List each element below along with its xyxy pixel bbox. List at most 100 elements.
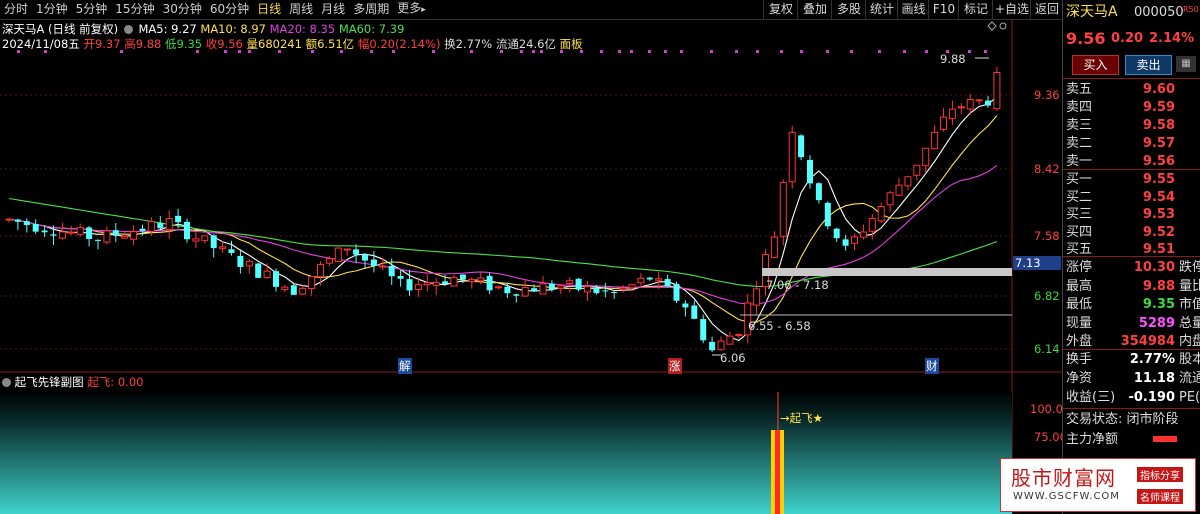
stat-0-extra: 跌停 [1179,260,1200,275]
candle-body-up [851,236,858,244]
candle-body-down [388,265,395,277]
stat-3-extra: 总量 [1179,315,1200,331]
period-tab-30min[interactable]: 30分钟 [159,0,206,19]
ask-level-3-row: 卖三 9.58 [1063,116,1200,135]
candle-body-down [290,285,297,295]
overlay-button[interactable]: 叠加 [797,0,832,19]
indicator-value: 起飞: 0.00 [87,375,144,389]
quote-change: 0.20 [1111,31,1144,46]
main-net-bar [1153,436,1177,442]
bid-level-4-label: 买四 [1066,224,1093,240]
candle-body-up [317,264,324,278]
candle-body-up [859,231,867,238]
expand-icon[interactable]: ▦ [1176,56,1196,72]
period-tab-60min[interactable]: 60分钟 [206,0,253,19]
ask-level-3-label: 卖三 [1066,118,1093,133]
candle-body-down [184,221,190,240]
candle-body-up [931,131,939,150]
period-tab-multi[interactable]: 多周期 [349,0,393,19]
signal-text: 起飞★ [789,411,823,425]
period-tab-daily[interactable]: 日线 [253,0,285,19]
bid-level-3-row: 买三 9.53 [1063,205,1200,224]
period-tab-more[interactable]: 更多▸ [393,0,430,20]
period-tab-monthly[interactable]: 月线 [317,0,349,19]
kline-chart-area[interactable]: 深天马A (日线 前复权) MA5: 9.27 MA10: 8.97 MA20:… [0,20,1067,514]
divider [1063,78,1200,79]
stat-0-value: 10.30 [1133,260,1175,275]
watermark-url: WWW.GSCFW.COM [1013,491,1120,502]
candle-body-down [459,274,466,280]
candle-body-up [308,275,316,289]
candle-body-down [32,223,39,232]
chevron-right-icon: ▸ [421,5,426,15]
stat2-2-row: 收益(三) -0.190 PE(动) [1063,388,1200,407]
candle-body-down [798,135,805,158]
candle-body-down [807,159,813,184]
signal-dot [630,50,633,53]
settings-icon[interactable] [123,25,133,34]
multi-stock-button[interactable]: 多股 [831,0,866,19]
ask-level-2-label: 卖二 [1066,136,1093,151]
mark-button[interactable]: 标记 [958,0,993,19]
trade-status: 交易状态: 闭市阶段 [1066,412,1179,427]
candle-body-up [414,284,422,290]
candle-body-down [95,239,101,241]
candle-body-down [237,255,244,267]
candle-body-up [299,287,307,295]
signal-dot [800,50,803,53]
open-label: 开9.37 [83,37,121,51]
draw-button[interactable]: 画线 [897,0,929,19]
volume-label: 量680241 [246,37,302,51]
period-tab-5min[interactable]: 5分钟 [72,0,112,19]
stat2-1-label: 净资 [1066,371,1093,386]
candle-body-down [691,305,698,319]
candle-body-up [993,71,1001,110]
bid-level-1-row: 买一 9.55 [1063,170,1200,189]
candle-body-up [192,238,200,242]
indicator-title[interactable]: 起飞先锋副图 [15,375,84,389]
chart-mode: (日线 前复权) [48,22,119,36]
stat-2-extra: 市值 [1179,297,1200,312]
indicator-menu-icon[interactable] [2,378,11,387]
add-watchlist-button[interactable]: +自选 [992,0,1031,19]
ma5-label: MA5: 9.27 [138,22,197,36]
candle-body-down [700,319,707,341]
sell-button[interactable]: 卖出 [1125,55,1172,75]
stat2-0-row: 换手 2.77% 股本 [1063,350,1200,369]
period-tab-fenshi[interactable]: 分时 [0,0,32,19]
candle-body-down [709,341,716,351]
period-tab-15min[interactable]: 15分钟 [111,0,158,19]
buy-button[interactable]: 买入 [1072,55,1119,75]
ma20-label: MA20: 8.35 [269,22,336,36]
watermark-logo: 股市财富网 WWW.GSCFW.COM 指标分享 名师课程 [1000,458,1196,512]
ask-level-4-row: 卖四 9.59 [1063,98,1200,117]
period-tab-weekly[interactable]: 周线 [285,0,317,19]
candle-body-up [557,285,565,289]
signal-dot [780,50,783,53]
candle-body-down [504,286,511,294]
divider [1063,256,1200,257]
event-marker-jie[interactable]: 解 [398,358,412,374]
candle-body-down [833,228,840,239]
candle-body-down [486,275,493,291]
signal-dot [600,50,603,53]
f10-button[interactable]: F10 [928,0,959,19]
period-tab-1min[interactable]: 1分钟 [32,0,72,19]
sector-label[interactable]: 面板 [560,37,583,51]
fuquan-button[interactable]: 复权 [763,0,798,19]
candle-body-down [682,303,689,308]
candle-body-up [788,131,796,183]
ask-level-2-row: 卖二 9.57 [1063,134,1200,153]
bid-level-2-row: 买二 9.54 [1063,188,1200,207]
event-marker-cai[interactable]: 财 [925,358,939,374]
event-marker-zhang[interactable]: 涨 [668,358,682,374]
back-button[interactable]: 返回 [1030,0,1063,19]
signal-dot [710,50,713,53]
stats-button[interactable]: 统计 [865,0,898,19]
ma10-line [8,115,998,323]
watermark-tag1: 指标分享 [1137,467,1183,482]
candle-body-up [940,116,947,130]
chart-stock-title: 深天马A [2,22,45,36]
high-label: 高9.88 [124,37,162,51]
ask-level-4-value: 9.59 [1142,100,1175,115]
